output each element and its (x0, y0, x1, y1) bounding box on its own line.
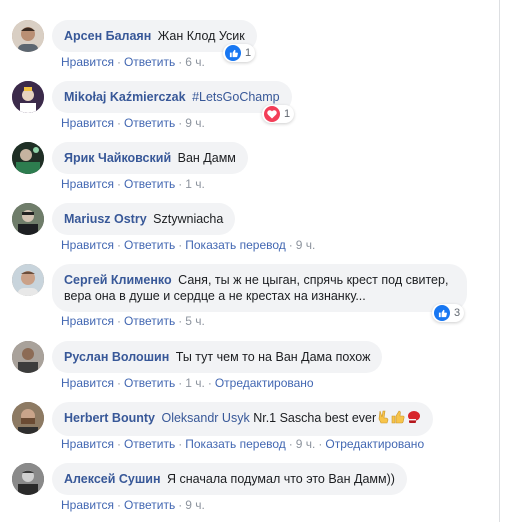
timestamp[interactable]: 9 ч. (185, 498, 205, 512)
comment-bubble: Mariusz Ostry Sztywniacha (52, 203, 236, 235)
like-link[interactable]: Нравится (61, 314, 114, 328)
reaction-count[interactable]: 1 (262, 105, 295, 123)
like-link[interactable]: Нравится (61, 498, 114, 512)
edited-link[interactable]: Отредактировано (215, 376, 314, 390)
like-link[interactable]: Нравится (61, 177, 114, 191)
comment-bubble: Руслан Волошин Ты тут чем то на Ван Дама… (52, 341, 383, 373)
reply-link[interactable]: Ответить (124, 238, 175, 252)
comment-actions: Нравится · Ответить · Показать перевод · 9 ч. ·… (61, 437, 425, 451)
avatar[interactable] (12, 463, 44, 495)
comment-actions: Нравится · Ответить · 1 ч. · Отредактировано (61, 376, 314, 390)
comment-bubble: Herbert Bounty Oleksandr Usyk Nr.1 Sasch… (52, 402, 434, 436)
translate-link[interactable]: Показать перевод (185, 437, 286, 451)
like-link[interactable]: Нравится (61, 116, 114, 130)
like-link[interactable]: Нравится (61, 55, 114, 69)
avatar[interactable] (12, 20, 44, 52)
comment-text: Ты тут чем то на Ван Дама похож (175, 350, 371, 364)
reaction-count[interactable]: 1 (223, 44, 256, 62)
mention-link[interactable]: Oleksandr Usyk (161, 411, 249, 425)
comment-text: Я сначала подумал что это Ван Дамм)) (167, 472, 395, 486)
reply-link[interactable]: Ответить (124, 177, 175, 191)
avatar[interactable] (12, 81, 44, 113)
timestamp[interactable]: 9 ч. (185, 116, 205, 130)
comment-text: Nr.1 Sascha best ever (253, 411, 377, 425)
comment-text: Ван Дамм (177, 151, 236, 165)
reply-link[interactable]: Ответить (124, 498, 175, 512)
comment-text: Жан Клод Усик (157, 29, 245, 43)
avatar[interactable] (12, 203, 44, 235)
reply-link[interactable]: Ответить (124, 116, 175, 130)
reply-link[interactable]: Ответить (124, 314, 175, 328)
comment-author[interactable]: Арсен Балаян (64, 29, 151, 43)
like-reaction-icon (434, 305, 450, 321)
translate-link[interactable]: Показать перевод (185, 238, 286, 252)
boxing-glove-icon (406, 410, 421, 428)
timestamp[interactable]: 9 ч. (296, 437, 316, 451)
avatar[interactable] (12, 264, 44, 296)
timestamp[interactable]: 6 ч. (185, 55, 205, 69)
avatar[interactable] (12, 402, 44, 434)
timestamp[interactable]: 5 ч. (185, 314, 205, 328)
comment-author[interactable]: Mikołaj Kaźmierczak (64, 90, 186, 104)
like-link[interactable]: Нравится (61, 238, 114, 252)
edited-link[interactable]: Отредактировано (325, 437, 424, 451)
timestamp[interactable]: 1 ч. (185, 177, 205, 191)
reaction-count[interactable]: 3 (432, 304, 465, 322)
comment-author[interactable]: Алексей Сушин (64, 472, 161, 486)
avatar[interactable] (12, 142, 44, 174)
comment-bubble: Mikołaj Kaźmierczak #LetsGoChamp (52, 81, 292, 113)
comment-actions: Нравится · Ответить · Показать перевод · 9 ч. (61, 238, 316, 252)
scrollbar[interactable] (499, 0, 500, 522)
comment-actions: Нравится · Ответить · 9 ч. (61, 498, 205, 512)
timestamp[interactable]: 1 ч. (185, 376, 205, 390)
like-reaction-icon (225, 45, 241, 61)
timestamp[interactable]: 9 ч. (296, 238, 316, 252)
hashtag-link[interactable]: #LetsGoChamp (192, 90, 280, 104)
comment-author[interactable]: Сергей Клименко (64, 273, 172, 287)
victory-hand-icon (377, 410, 390, 428)
comment-actions: Нравится · Ответить · 1 ч. (61, 177, 205, 191)
like-link[interactable]: Нравится (61, 437, 114, 451)
comment-author[interactable]: Руслан Волошин (64, 350, 169, 364)
reply-link[interactable]: Ответить (124, 437, 175, 451)
thumbs-up-icon (391, 410, 405, 428)
comment-actions: Нравится · Ответить · 6 ч. (61, 55, 205, 69)
comment-author[interactable]: Mariusz Ostry (64, 212, 147, 226)
comment-bubble: Ярик Чайковский Ван Дамм (52, 142, 248, 174)
comment-text: Sztywniacha (153, 212, 224, 226)
comment-author[interactable]: Ярик Чайковский (64, 151, 171, 165)
like-link[interactable]: Нравится (61, 376, 114, 390)
comment-author[interactable]: Herbert Bounty (64, 411, 155, 425)
comment-bubble: Алексей Сушин Я сначала подумал что это … (52, 463, 407, 495)
comment-bubble: Сергей Клименко Саня, ты ж не цыган, спр… (52, 264, 467, 312)
avatar[interactable] (12, 341, 44, 373)
comment-actions: Нравится · Ответить · 9 ч. (61, 116, 205, 130)
love-reaction-icon (264, 106, 280, 122)
reply-link[interactable]: Ответить (124, 376, 175, 390)
reply-link[interactable]: Ответить (124, 55, 175, 69)
comment-actions: Нравится · Ответить · 5 ч. (61, 314, 205, 328)
